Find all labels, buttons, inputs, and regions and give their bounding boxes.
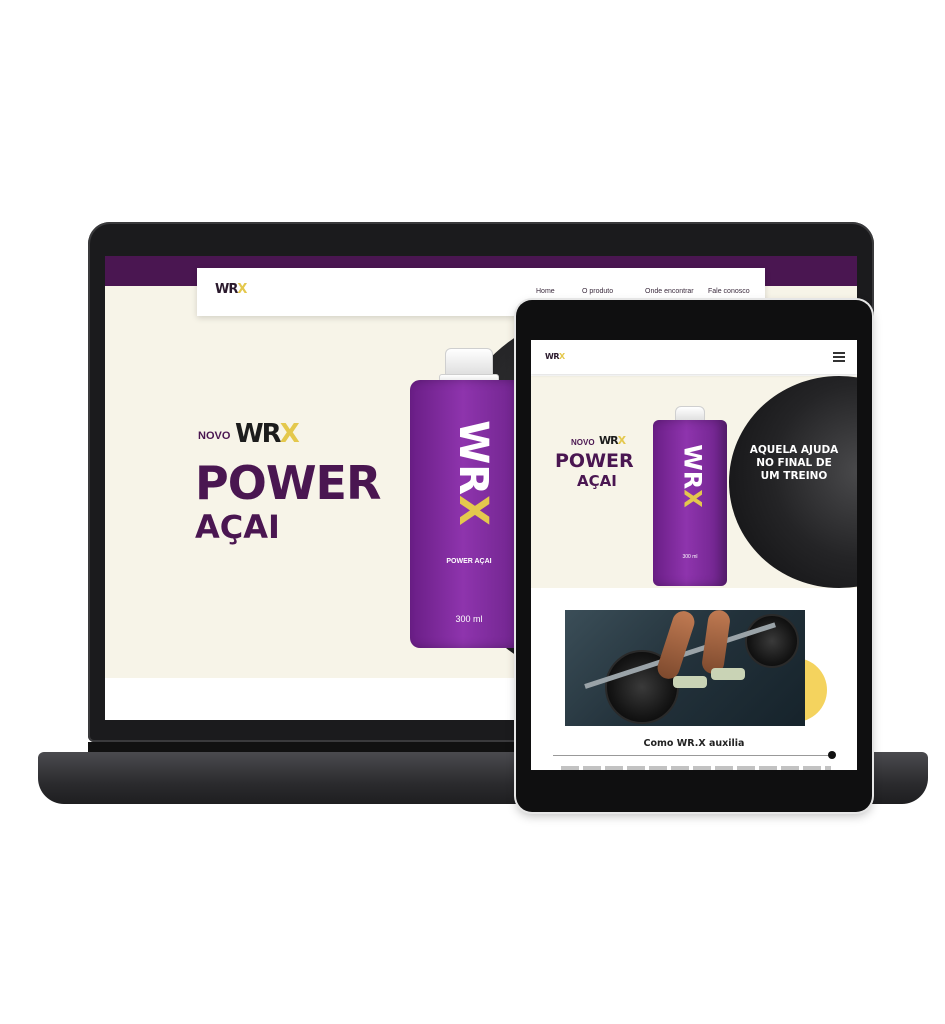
- mobile-carton-volume: 300 ml: [682, 554, 698, 560]
- nav-link-produto[interactable]: O produto: [582, 288, 613, 295]
- mobile-page: NOVO WRX POWER AÇAI WRX 300 ml AQUELA AJ…: [531, 340, 857, 770]
- mobile-hero-brand-logo: WRX: [599, 434, 626, 447]
- mobile-carton-body: WRX 300 ml: [653, 420, 727, 586]
- hero-subtitle: AÇAI: [195, 508, 280, 546]
- hamburger-menu-icon[interactable]: [833, 352, 845, 362]
- mobile-hero-tagline: AQUELA AJUDA NO FINAL DE UM TREINO: [749, 444, 839, 482]
- mobile-hero-novo-label: NOVO: [571, 438, 595, 447]
- mobile-hero-title: POWER: [555, 450, 634, 472]
- mobile-hero: NOVO WRX POWER AÇAI WRX 300 ml AQUELA AJ…: [531, 376, 857, 588]
- carton-product-name: POWER AÇAI: [446, 558, 492, 565]
- hero-brand-logo: WRX: [235, 419, 300, 449]
- brand-logo[interactable]: WRX: [215, 282, 247, 297]
- mobile-product-carton: WRX 300 ml: [653, 406, 727, 586]
- carton-body: WRX POWER AÇAI 300 ml: [410, 380, 528, 648]
- carton-logo: WRX: [449, 420, 496, 526]
- hero-novo-label: NOVO: [198, 430, 231, 442]
- carton-volume: 300 ml: [455, 614, 483, 624]
- hero-title: POWER: [195, 456, 381, 510]
- mobile-header: WRX: [531, 340, 857, 374]
- mobile-brand-logo[interactable]: WRX: [545, 352, 565, 361]
- mobile-carton-logo: WRX: [678, 444, 707, 508]
- nav-link-onde-encontrar[interactable]: Onde encontrar: [645, 288, 694, 295]
- product-carton: WRX POWER AÇAI 300 ml: [410, 348, 528, 648]
- nav-link-home[interactable]: Home: [536, 288, 555, 295]
- nav-link-fale-conosco[interactable]: Fale conosco: [708, 288, 750, 295]
- mobile-hero-subtitle: AÇAI: [577, 472, 617, 490]
